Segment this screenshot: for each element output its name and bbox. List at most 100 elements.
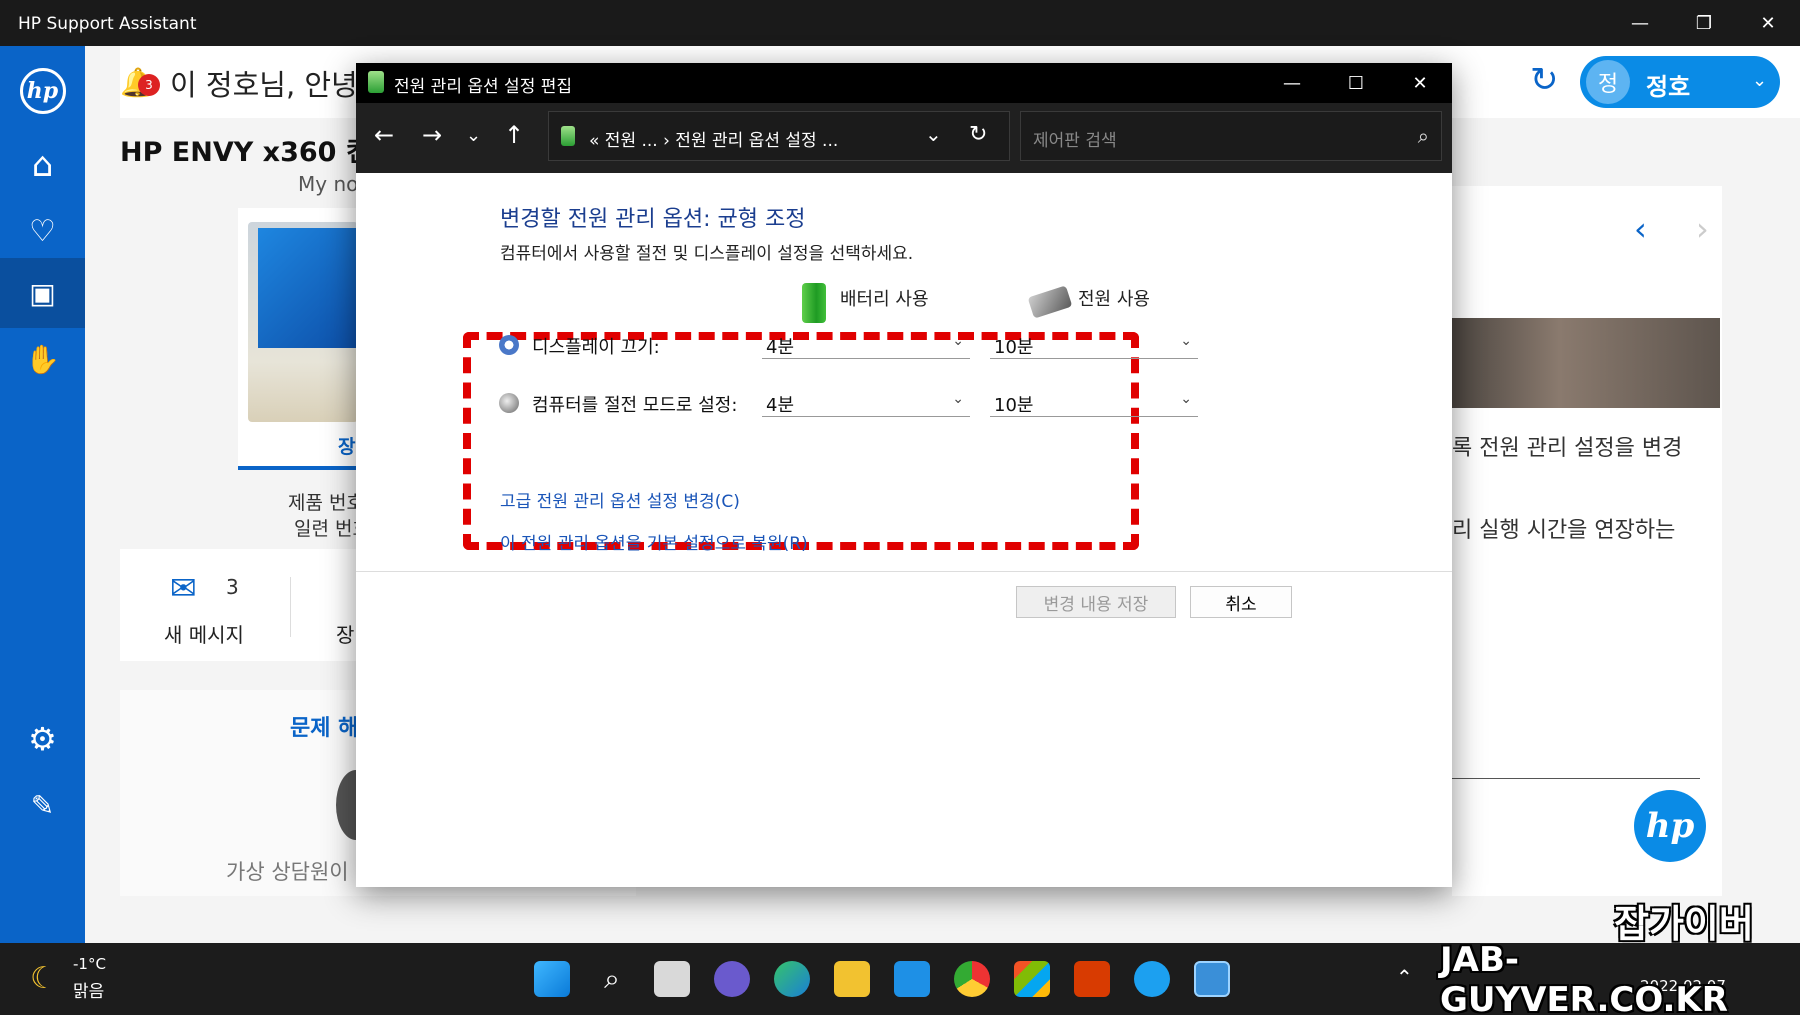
restore-button[interactable]: ❐ [1672,0,1736,46]
close-button[interactable]: ✕ [1736,0,1800,46]
next-arrow-icon[interactable]: › [1696,210,1709,248]
battery-icon [802,283,826,323]
power-window-titlebar: 전원 관리 옵션 설정 편집 — ☐ ✕ [356,63,1452,103]
gear-icon[interactable]: ⚙ [0,704,85,774]
second-card-label: 장 [336,623,355,647]
greeting-text: 이 정호님, 안녕 [170,68,358,102]
laptop-image [248,222,358,422]
battery-window-icon [368,71,384,93]
chevron-down-icon: ⌄ [952,391,964,407]
address-bar[interactable]: « 전원 ... › 전원 관리 옵션 설정 ... ⌄ ↻ [548,111,1010,161]
home-icon[interactable]: ⌂ [0,130,85,200]
search-input[interactable]: 제어판 검색 [1033,126,1117,151]
weather-desc: 맑음 [73,982,105,1002]
plan-heading: 변경할 전원 관리 옵션: 균형 조정 [500,207,806,232]
refresh-icon[interactable]: ↻ [969,122,987,147]
health-icon[interactable]: ♡ [0,196,85,266]
plugged-column-label: 전원 사용 [1078,289,1150,310]
hp-titlebar: HP Support Assistant — ❐ ✕ [0,0,1800,46]
prev-arrow-icon[interactable]: ‹ [1634,210,1647,248]
watermark-url: JAB-GUYVER.CO.KR [1440,940,1728,1015]
control-panel-search[interactable]: 제어판 검색 ⌕ [1020,111,1442,161]
office-icon[interactable] [1074,961,1110,997]
plug-icon [1027,285,1073,319]
sleep-label: 컴퓨터를 절전 모드로 설정: [532,395,738,416]
minimize-button[interactable]: — [1260,63,1324,103]
tip-divider [1452,778,1700,779]
user-name: 정호 [1646,73,1691,101]
power-window-title: 전원 관리 옵션 설정 편집 [394,77,573,97]
virtual-agent-label: 가상 상담원이 [226,860,349,884]
close-button[interactable]: ✕ [1388,63,1452,103]
battery-column-label: 배터리 사용 [840,289,929,310]
advanced-settings-link[interactable]: 고급 전원 관리 옵션 설정 변경(C) [500,487,740,512]
messages-label: 새 메시지 [164,623,244,647]
product-number-label: 제품 번호 [288,492,364,514]
plan-subtext: 컴퓨터에서 사용할 절전 및 디스플레이 설정을 선택하세요. [500,244,914,264]
forward-arrow-icon[interactable]: → [422,121,442,149]
refresh-icon[interactable]: ↻ [1530,60,1559,100]
hp-logo-icon: hp [0,56,85,126]
back-arrow-icon[interactable]: ← [374,121,394,149]
avatar: 정 [1586,60,1630,104]
hp-brand-logo: hp [1634,790,1706,862]
device-tab-label[interactable]: 장 [338,432,355,459]
hp-window-title: HP Support Assistant [18,14,197,34]
tip-text-2: 리 실행 시간을 연장하는 [1452,518,1676,543]
messages-count: 3 [226,575,239,599]
temperature: -1°C [73,955,106,973]
windows-start-icon[interactable] [534,961,570,997]
tip-text-1: 록 전원 관리 설정을 변경 [1452,436,1683,461]
chevron-down-icon[interactable]: ⌄ [925,122,942,146]
task-view-icon[interactable] [654,961,690,997]
chevron-down-icon: ⌄ [1180,333,1192,349]
save-changes-button[interactable]: 변경 내용 저장 [1016,586,1176,618]
maximize-button[interactable]: ☐ [1324,63,1388,103]
help-icon[interactable] [1134,961,1170,997]
recent-chevron-icon[interactable]: ⌄ [466,125,481,146]
cancel-button[interactable]: 취소 [1190,586,1292,618]
problem-title: 문제 해 [290,716,359,741]
battery-crumb-icon [561,126,575,146]
store-icon[interactable] [1014,961,1050,997]
highlight-dashed-box [463,332,1139,550]
sleep-plugged-select[interactable]: 10분 ⌄ [990,389,1198,417]
notification-badge: 3 [138,74,160,96]
tray-overflow-icon[interactable]: ⌃ [1396,965,1413,989]
clock-icon [499,335,519,355]
hp-sidebar: hp ⌂ ♡ ▣ ✋ ⚙ ✎ [0,46,85,943]
user-menu-button[interactable]: 정 정호 ⌄ [1580,56,1780,108]
control-panel-icon[interactable] [1194,961,1230,997]
card-divider [290,577,291,637]
mail-icon: ✉ [170,569,197,607]
moon-icon: ☾ [30,961,57,996]
messages-card[interactable]: ✉ 3 새 메시지 장 [120,549,360,661]
device-icon[interactable]: ▣ [0,258,85,328]
power-options-window: 전원 관리 옵션 설정 편집 — ☐ ✕ ← → ⌄ ↑ « 전원 ... › … [356,63,1452,887]
chevron-down-icon: ⌄ [1752,70,1768,91]
restore-defaults-link[interactable]: 이 전원 관리 옵션을 기본 설정으로 복원(R) [500,529,808,554]
footer-divider [356,571,1452,572]
search-icon: ⌕ [1417,124,1429,148]
mail-icon[interactable] [894,961,930,997]
up-arrow-icon[interactable]: ↑ [504,121,524,149]
display-off-battery-select[interactable]: 4분 ⌄ [762,331,970,359]
explorer-nav-bar: ← → ⌄ ↑ « 전원 ... › 전원 관리 옵션 설정 ... ⌄ ↻ 제… [356,103,1452,173]
chevron-down-icon: ⌄ [952,333,964,349]
chrome-icon[interactable] [954,961,990,997]
sleep-battery-select[interactable]: 4분 ⌄ [762,389,970,417]
chat-icon[interactable] [714,961,750,997]
display-off-plugged-select[interactable]: 10분 ⌄ [990,331,1198,359]
sleep-moon-icon [499,393,519,413]
feedback-icon[interactable]: ✎ [0,770,85,840]
support-hand-icon[interactable]: ✋ [0,324,85,394]
display-off-plugged-value: 10분 [994,337,1034,358]
search-icon[interactable]: ⌕ [594,961,630,997]
breadcrumb[interactable]: « 전원 ... › 전원 관리 옵션 설정 ... [589,126,838,151]
edge-icon[interactable] [774,961,810,997]
display-off-battery-value: 4분 [766,337,795,358]
file-explorer-icon[interactable] [834,961,870,997]
minimize-button[interactable]: — [1608,0,1672,46]
sleep-plugged-value: 10분 [994,395,1034,416]
active-tab-underline [238,466,358,470]
